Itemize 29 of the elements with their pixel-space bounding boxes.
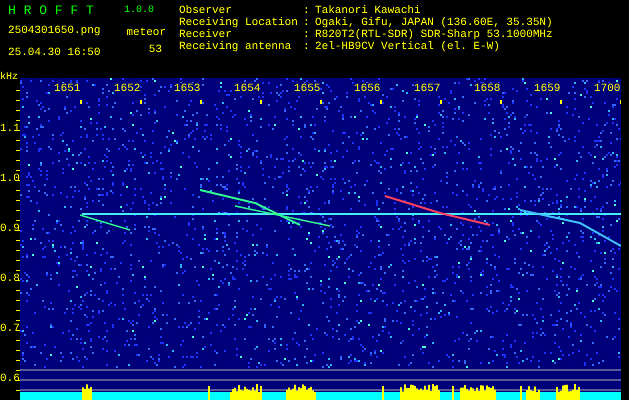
info-separator: : [303, 17, 311, 29]
info-value: Takanori Kawachi [315, 5, 422, 17]
info-label: Receiver [179, 29, 233, 41]
time-label: 1658 [474, 83, 500, 96]
version-label: 1.0.0 [123, 4, 154, 18]
info-label: Receiving Location [179, 17, 299, 29]
frequency-label: 0.7 [0, 323, 20, 336]
info-value: R820T2(RTL-SDR) SDR-Sharp 53.1000MHz [315, 29, 553, 41]
time-label: 1653 [174, 83, 200, 96]
time-label: 1656 [354, 83, 380, 96]
time-label: 1652 [114, 83, 140, 96]
info-separator: : [303, 5, 311, 17]
info-label: Observer [179, 5, 233, 17]
frequency-label: 0.9 [0, 223, 20, 236]
app-title: H R O F F T [8, 3, 95, 19]
frequency-label: 0.8 [0, 273, 20, 286]
info-label: Receiving antenna [179, 41, 292, 53]
info-separator: : [303, 29, 311, 41]
info-value: Ogaki, Gifu, JAPAN (136.60E, 35.35N) [315, 17, 553, 29]
time-label: 1654 [234, 83, 260, 96]
file-name: 2504301650.png [8, 24, 102, 38]
info-value: 2el-HB9CV Vertical (el. E-W) [315, 41, 501, 53]
timestamp: 25.04.30 16:50 [8, 46, 102, 60]
axis-unit-label: kHz [0, 72, 18, 84]
time-label: 1657 [414, 83, 440, 96]
meteor-count: 53 [148, 43, 163, 57]
meteor-label: meteor [126, 26, 166, 40]
info-separator: : [303, 41, 311, 53]
time-label: 1700 [594, 83, 620, 96]
